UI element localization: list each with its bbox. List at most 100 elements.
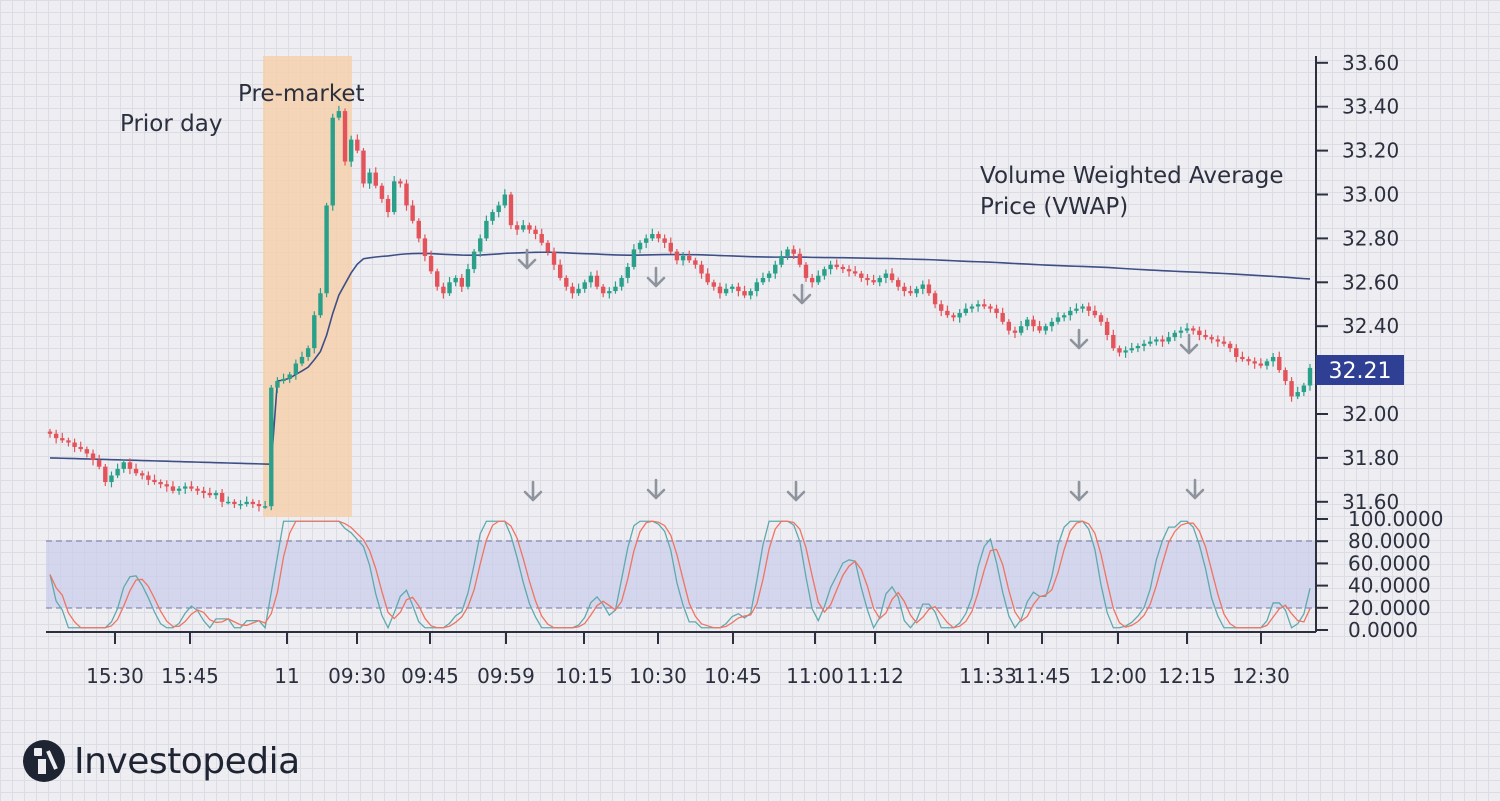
candle-body bbox=[1221, 341, 1227, 344]
candle-body bbox=[1006, 321, 1012, 331]
candle-body bbox=[1160, 339, 1165, 342]
candle-body bbox=[219, 493, 225, 502]
candle-body bbox=[90, 453, 96, 461]
annotation-vwap: Volume Weighted Average Price (VWAP) bbox=[980, 163, 1291, 220]
candle-body bbox=[773, 264, 778, 274]
oscillator-tick-label: 0.0000 bbox=[1348, 618, 1418, 642]
price-tick-label: 33.00 bbox=[1342, 183, 1399, 207]
candle-body bbox=[490, 212, 495, 221]
price-tick-label: 31.80 bbox=[1342, 446, 1399, 470]
candle-body bbox=[594, 275, 600, 287]
candle-body bbox=[324, 205, 329, 294]
candle-body bbox=[902, 286, 907, 292]
candle-body bbox=[926, 284, 932, 294]
stock-chart: 33.60 33.40 33.20 33.00 32.80 32.60 32.40 32.00… bbox=[46, 51, 1443, 688]
time-axis-ticks: 15:30 15:45 11 09:30 09:45 09:59 10:15 10:30 10:… bbox=[86, 632, 1290, 688]
candle-body bbox=[754, 282, 760, 292]
candle-body bbox=[1098, 315, 1104, 322]
candle-body bbox=[582, 282, 587, 289]
candle-body bbox=[982, 304, 987, 307]
candle-body bbox=[189, 486, 194, 489]
candle-body bbox=[508, 194, 514, 226]
down-arrow-icon bbox=[646, 266, 666, 288]
vwap-line bbox=[49, 251, 1311, 466]
time-tick-label: 12:00 bbox=[1089, 664, 1147, 688]
candle-body bbox=[1283, 370, 1288, 382]
candle-body bbox=[1295, 392, 1300, 397]
candle-body bbox=[416, 220, 421, 239]
candle-body bbox=[840, 266, 846, 270]
candle-body bbox=[1234, 348, 1239, 357]
down-arrow-icon bbox=[1069, 328, 1089, 350]
candle-body bbox=[312, 315, 317, 349]
candle-body bbox=[957, 313, 962, 318]
candle-body bbox=[521, 225, 526, 230]
time-tick-label: 11:00 bbox=[786, 664, 844, 688]
candle-body bbox=[1117, 348, 1122, 353]
down-arrow-icon bbox=[646, 478, 666, 500]
candle-body bbox=[779, 255, 784, 265]
candle-body bbox=[121, 462, 126, 469]
candle-body bbox=[115, 468, 120, 476]
oscillator-tick-label: 100.0000 bbox=[1348, 507, 1443, 531]
candle-body bbox=[588, 275, 594, 283]
candle-body bbox=[484, 220, 489, 239]
investopedia-logo: Investopedia bbox=[22, 735, 300, 787]
candle-body bbox=[287, 374, 292, 379]
candle-body bbox=[72, 442, 77, 447]
candle-body bbox=[1025, 319, 1030, 327]
candle-body bbox=[1037, 326, 1042, 331]
time-tick-label: 12:30 bbox=[1232, 664, 1290, 688]
price-tick-label: 32.00 bbox=[1342, 402, 1399, 426]
candle-body bbox=[471, 251, 477, 270]
candle-body bbox=[232, 501, 237, 504]
candle-body bbox=[736, 286, 741, 292]
down-arrow-icon bbox=[1185, 478, 1205, 500]
candle-body bbox=[1074, 308, 1079, 311]
time-tick-label: 09:30 bbox=[328, 664, 386, 688]
oscillator-tick-label: 60.0000 bbox=[1348, 551, 1431, 575]
candle-body bbox=[631, 249, 637, 267]
candle-body bbox=[643, 238, 649, 243]
time-tick-label: 10:15 bbox=[555, 664, 613, 688]
candle-body bbox=[336, 111, 342, 118]
oscillator-tick-label: 20.0000 bbox=[1348, 596, 1431, 620]
candle-body bbox=[305, 348, 311, 357]
price-tick-label: 32.40 bbox=[1342, 314, 1399, 338]
candle-body bbox=[1061, 315, 1067, 318]
candle-body bbox=[478, 238, 483, 252]
candle-body bbox=[1043, 326, 1048, 331]
down-arrow-icon bbox=[1069, 480, 1089, 502]
candle-body bbox=[1252, 361, 1257, 364]
candle-body bbox=[723, 288, 729, 294]
candle-body bbox=[299, 356, 305, 364]
candle-body bbox=[1301, 385, 1307, 393]
candle-body bbox=[674, 251, 680, 261]
candle-body bbox=[619, 277, 624, 287]
candle-body bbox=[146, 475, 151, 480]
candle-body bbox=[441, 286, 446, 294]
candle-body bbox=[1135, 345, 1141, 349]
candle-body bbox=[453, 277, 458, 283]
investopedia-logo-icon bbox=[23, 740, 65, 782]
candle-body bbox=[1270, 356, 1276, 362]
candle-body bbox=[859, 273, 864, 278]
candle-body bbox=[889, 273, 895, 281]
oscillator-tick-label: 40.0000 bbox=[1348, 574, 1431, 598]
candle-body bbox=[53, 433, 59, 439]
candle-body bbox=[152, 479, 157, 483]
candle-body bbox=[988, 306, 993, 309]
candle-body bbox=[871, 280, 876, 283]
candle-body bbox=[1178, 330, 1184, 333]
candle-body bbox=[742, 291, 747, 296]
candle-body bbox=[939, 304, 944, 311]
candle-body bbox=[1191, 328, 1196, 331]
down-arrow-icon bbox=[523, 480, 543, 502]
candle-body bbox=[607, 291, 612, 294]
candle-body bbox=[428, 255, 434, 272]
candle-body bbox=[96, 460, 102, 467]
price-axis-ticks: 33.60 33.40 33.20 33.00 32.80 32.60 32.40 32.00… bbox=[1316, 51, 1399, 514]
price-tick-label: 32.80 bbox=[1342, 226, 1399, 250]
candle-body bbox=[994, 308, 999, 314]
candle-body bbox=[404, 183, 409, 206]
